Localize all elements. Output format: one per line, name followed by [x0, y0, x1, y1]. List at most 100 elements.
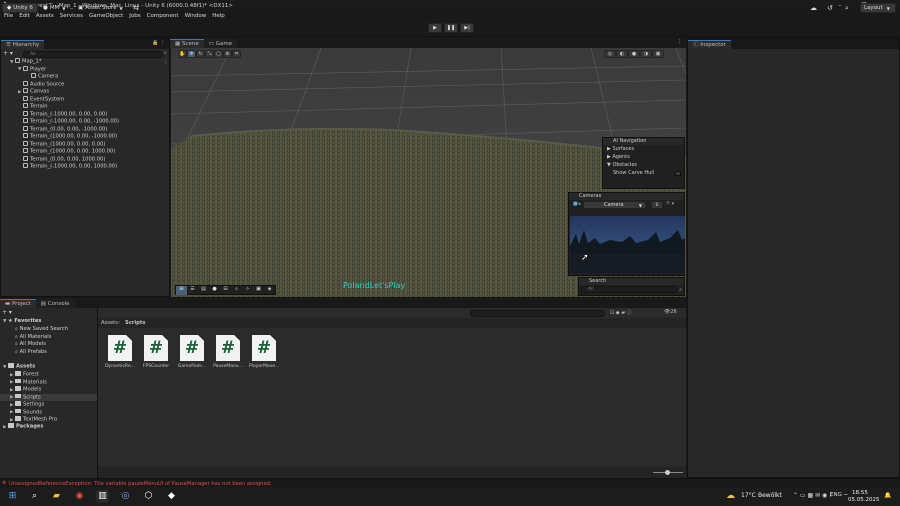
tray-icons[interactable]: ⌃ ▭ ▦ ✉ ◉ ⌇	[793, 492, 832, 499]
script-file[interactable]: # PauseManu...	[213, 335, 243, 369]
favorite-item[interactable]: ⌕ New Saved Search	[15, 326, 68, 334]
project-search-input[interactable]	[470, 310, 605, 317]
hierarchy-item[interactable]: Terrain_(-1000.00, 0.00, 1000.00)	[18, 163, 117, 171]
scale-tool-icon[interactable]: ⤡	[205, 50, 214, 58]
menu-help[interactable]: Help	[212, 13, 225, 19]
folder-item[interactable]: ▶ Materials	[0, 378, 97, 387]
tab-game[interactable]: ▭ Game	[203, 39, 238, 48]
tab-hierarchy[interactable]: ☰ Hierarchy	[1, 40, 45, 49]
status-bar[interactable]: ⊗ UnassignedReferenceException: The vari…	[0, 478, 900, 487]
tab-scene[interactable]: ▦ Scene	[170, 39, 204, 48]
scene-root[interactable]: ▼ Map_1*	[10, 58, 41, 66]
camera-options-icon[interactable]: ⤧ ▾	[666, 201, 674, 207]
grid-icon[interactable]: ⊟	[220, 286, 231, 295]
tab-project[interactable]: ▬ Project	[0, 299, 36, 308]
hierarchy-item[interactable]: Terrain_(1000.00, 0.00, -1000.00)	[18, 133, 117, 141]
menu-window[interactable]: Window	[185, 13, 207, 19]
menu-component[interactable]: Component	[147, 13, 179, 19]
menu-gameobject[interactable]: GameObject	[89, 13, 123, 19]
search-icon[interactable]: ⌕	[845, 3, 849, 13]
version-control-icon[interactable]: ⇆	[133, 3, 139, 13]
menu-jobs[interactable]: Jobs	[129, 13, 140, 19]
hand-tool-icon[interactable]: ✋	[178, 50, 187, 58]
favorite-item[interactable]: ⌕ All Materials	[15, 334, 51, 342]
hierarchy-search-input[interactable]: All	[23, 51, 163, 58]
ai-nav-surfaces[interactable]: ▶ Surfaces	[603, 145, 684, 153]
zoom-slider-handle[interactable]	[665, 470, 670, 475]
cloud-icon[interactable]: ☁	[810, 3, 817, 13]
scene-menu-icon[interactable]: ⋮	[163, 59, 168, 65]
custom-tool-icon[interactable]: ⌗	[232, 50, 241, 58]
hierarchy-item[interactable]: ▼ Player	[18, 65, 46, 74]
chrome-icon[interactable]: ◉	[73, 490, 86, 503]
rect-tool-icon[interactable]: ▢	[214, 50, 223, 58]
play-button[interactable]: ▶	[428, 23, 442, 33]
layout-dropdown[interactable]: Layout ▼	[860, 3, 896, 13]
rotate-tool-icon[interactable]: ↻	[196, 50, 205, 58]
breadcrumb-scripts[interactable]: Scripts	[125, 320, 145, 326]
camera-info-icon[interactable]: ℹ	[651, 201, 663, 209]
script-file[interactable]: # GamePads...	[177, 335, 207, 369]
orientation-icon[interactable]: ◎	[604, 50, 616, 58]
discord-icon[interactable]: ◎	[119, 490, 132, 503]
hierarchy-item[interactable]: Terrain	[18, 103, 48, 111]
clock-time[interactable]: 18:55	[852, 490, 868, 496]
menu-file[interactable]: File	[4, 13, 13, 19]
folder-item[interactable]: ▶ Forest	[0, 371, 97, 379]
folder-item[interactable]: ▶ Models	[0, 386, 97, 394]
shading-icon[interactable]: ●	[628, 50, 640, 58]
camera-select[interactable]: Camera ▼	[583, 201, 646, 209]
asset-store-dropdown[interactable]: ▣ Asset Store ▼	[78, 3, 123, 13]
packages-header[interactable]: ▶ Packages	[3, 423, 44, 431]
tab-console[interactable]: ▤ Console	[35, 299, 75, 308]
hierarchy-item[interactable]: Terrain_(1000.00, 0.00, 0.00)	[18, 140, 105, 149]
language-indicator[interactable]: ENG	[830, 492, 842, 498]
favorite-item[interactable]: ⌕ All Models	[15, 341, 46, 349]
hierarchy-item[interactable]: Terrain_(1000.00, 0.00, 1000.00)	[18, 148, 115, 156]
ai-nav-agents[interactable]: ▶ Agents	[603, 153, 684, 161]
hierarchy-item[interactable]: Terrain_(0.00, 0.00, 1000.00)	[18, 155, 105, 164]
script-file[interactable]: # DynamicRe...	[105, 335, 135, 369]
scene-search-input[interactable]: All	[581, 286, 677, 293]
hierarchy-item[interactable]: Terrain_(-1000.00, 0.00, -1000.00)	[18, 118, 119, 126]
weather-icon[interactable]: ☁	[724, 490, 737, 503]
script-file[interactable]: # PlayerMove...	[249, 335, 279, 369]
add-button[interactable]: + ▾	[3, 50, 13, 57]
assets-header[interactable]: ▼ Assets	[3, 363, 35, 371]
favorites-header[interactable]: ▼ ★ Favorites	[3, 318, 41, 326]
menu-assets[interactable]: Assets	[36, 13, 54, 19]
user-dropdown[interactable]: ● MM ▼	[43, 3, 65, 13]
global-icon[interactable]: ☰	[187, 286, 198, 295]
search-icon[interactable]: ⌕	[679, 287, 682, 293]
favorite-item[interactable]: ⌕ All Prefabs	[15, 349, 47, 357]
scene-panel-menu-icon[interactable]: ⋮	[677, 39, 682, 45]
panel-menu-icon[interactable]: 🔒 ⋮	[152, 40, 165, 46]
layers-icon[interactable]: ▣	[253, 286, 264, 295]
clock-date[interactable]: 05.05.2025	[848, 497, 880, 503]
terrain-tool-icon[interactable]: ▤	[198, 286, 209, 295]
app-icon[interactable]: ▥	[96, 490, 109, 503]
filter-icons[interactable]: ⊡ ◆ ▰ ⓘ	[610, 309, 632, 316]
zoom-icon[interactable]: ⌕	[231, 286, 242, 295]
taskbar-search-icon[interactable]: ⌕	[28, 490, 41, 503]
folder-item[interactable]: ▶ Sounds	[0, 408, 97, 417]
unity-editor-icon[interactable]: ◆	[165, 490, 178, 503]
windows-start-icon[interactable]: ⊞	[6, 490, 19, 503]
hierarchy-item[interactable]: Terrain_(0.00, 0.00, -1000.00)	[18, 125, 107, 134]
hierarchy-item[interactable]: Terrain_(-1000.00, 0.00, 0.00)	[18, 110, 107, 119]
menu-services[interactable]: Services	[60, 13, 83, 19]
file-explorer-icon[interactable]: ▰	[50, 490, 63, 503]
gizmos-icon[interactable]: ◑	[640, 50, 652, 58]
unity-hub-icon[interactable]: ⬡	[142, 490, 155, 503]
pause-button[interactable]: ❚❚	[444, 23, 458, 33]
account-button[interactable]: ◆ Unity 6	[2, 3, 38, 13]
hierarchy-item[interactable]: EventSystem	[18, 95, 64, 104]
hierarchy-item[interactable]: Audio Source	[18, 80, 64, 89]
camera-settings-icon[interactable]: ▣	[652, 50, 664, 58]
move-tool-icon[interactable]: ✥	[187, 50, 196, 58]
notification-icon[interactable]: 🔔	[884, 492, 891, 499]
menu-edit[interactable]: Edit	[19, 13, 30, 19]
sphere-icon[interactable]: ●	[209, 286, 220, 295]
hierarchy-item[interactable]: Camera	[26, 73, 58, 81]
step-button[interactable]: ▶|	[460, 23, 474, 33]
